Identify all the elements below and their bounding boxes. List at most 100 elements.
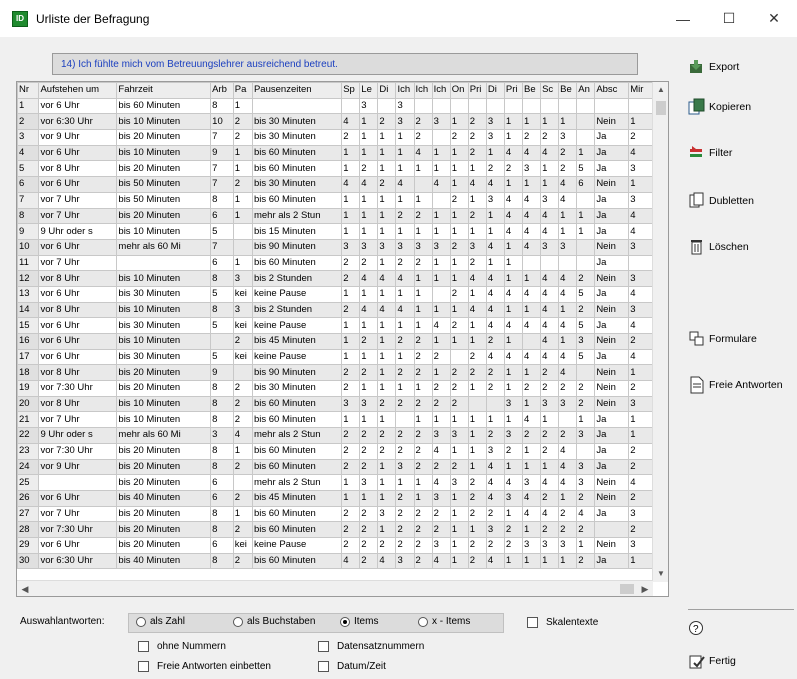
radio-dot[interactable] (418, 616, 428, 627)
table-cell[interactable] (576, 97, 596, 115)
table-cell[interactable]: 1 (377, 458, 397, 476)
radio-dot[interactable] (136, 616, 146, 627)
table-cell[interactable]: 4 (540, 285, 560, 303)
column-header[interactable]: Absc (594, 82, 630, 99)
table-cell[interactable]: 5 (210, 348, 234, 366)
table-cell[interactable]: kei (232, 536, 253, 554)
row-number[interactable]: 2 (17, 113, 40, 131)
datensatznummern-checkbox[interactable]: Datensatznummern (318, 641, 424, 652)
row-number[interactable]: 10 (17, 238, 40, 256)
table-cell[interactable]: 3 (232, 301, 253, 319)
column-header[interactable]: An (576, 82, 596, 99)
table-cell[interactable]: 2 (377, 395, 397, 413)
table-cell[interactable]: 8 (210, 411, 234, 429)
table-cell[interactable]: 2 (413, 521, 433, 538)
table-cell[interactable]: 8 (210, 521, 234, 538)
table-cell[interactable]: bis 60 Minuten (251, 144, 343, 162)
table-cell[interactable]: vor 6 Uhr (38, 238, 118, 256)
table-cell[interactable]: 2 (413, 458, 433, 476)
table-cell[interactable]: 3 (449, 474, 469, 491)
table-cell[interactable]: bis 50 Minuten (116, 176, 212, 193)
table-cell[interactable]: Nein (594, 333, 630, 350)
table-cell[interactable]: 4 (540, 301, 560, 319)
table-cell[interactable]: 1 (341, 348, 361, 366)
column-header[interactable]: Pri (503, 82, 524, 99)
column-header[interactable]: Aufstehen um (38, 82, 118, 99)
table-cell[interactable]: 2 (359, 536, 379, 554)
table-cell[interactable]: 4 (628, 348, 653, 366)
table-cell[interactable] (341, 97, 361, 115)
table-cell[interactable]: 2 (576, 552, 596, 570)
table-cell[interactable]: 3 (485, 521, 505, 538)
table-cell[interactable]: 4 (395, 301, 415, 319)
table-cell[interactable]: 2 (395, 489, 415, 507)
table-cell[interactable]: 2 (467, 348, 487, 366)
table-cell[interactable]: bis 30 Minuten (251, 176, 343, 193)
table-cell[interactable]: 2 (341, 505, 361, 523)
table-cell[interactable]: 4 (503, 348, 524, 366)
table-cell[interactable]: 1 (449, 333, 469, 350)
table-cell[interactable]: vor 6 Uhr (38, 536, 118, 554)
table-cell[interactable]: 1 (576, 207, 596, 225)
table-cell[interactable] (540, 254, 560, 272)
table-cell[interactable]: 4 (485, 238, 505, 256)
table-cell[interactable]: mehr als 2 Stun (251, 474, 343, 491)
table-cell[interactable]: 2 (449, 364, 469, 382)
table-cell[interactable]: 4 (521, 191, 542, 209)
table-cell[interactable]: bis 30 Minuten (251, 113, 343, 131)
table-cell[interactable]: 4 (540, 207, 560, 225)
table-cell[interactable]: 3 (521, 536, 542, 554)
table-cell[interactable]: 2 (413, 442, 433, 460)
skalentexte-checkbox[interactable]: Skalentexte (527, 617, 598, 628)
table-cell[interactable]: bis 20 Minuten (116, 458, 212, 476)
checkbox-box[interactable] (318, 661, 329, 672)
table-cell[interactable]: 1 (467, 333, 487, 350)
column-header[interactable]: On (449, 82, 469, 99)
table-cell[interactable]: 2 (232, 113, 253, 131)
table-cell[interactable]: 1 (431, 411, 451, 429)
table-cell[interactable]: 2 (485, 505, 505, 523)
table-cell[interactable]: 2 (341, 380, 361, 397)
radio-dot-selected[interactable] (340, 616, 350, 627)
table-cell[interactable]: 1 (413, 270, 433, 287)
table-cell[interactable]: 1 (232, 191, 253, 209)
table-cell[interactable]: 2 (413, 552, 433, 570)
table-cell[interactable] (431, 191, 451, 209)
table-cell[interactable]: 4 (503, 191, 524, 209)
table-cell[interactable]: bis 40 Minuten (116, 552, 212, 570)
table-cell[interactable] (449, 97, 469, 115)
table-cell[interactable] (628, 97, 653, 115)
table-cell[interactable]: 3 (341, 395, 361, 413)
table-cell[interactable]: 1 (359, 129, 379, 146)
table-cell[interactable]: 7 (210, 238, 234, 256)
column-header[interactable]: Di (485, 82, 505, 99)
table-cell[interactable]: bis 10 Minuten (116, 144, 212, 162)
table-cell[interactable]: 1 (521, 176, 542, 193)
table-cell[interactable]: 2 (467, 505, 487, 523)
table-cell[interactable]: 2 (540, 427, 560, 444)
table-cell[interactable]: 1 (521, 395, 542, 413)
table-cell[interactable]: 2 (232, 380, 253, 397)
table-cell[interactable]: 2 (341, 521, 361, 538)
table-cell[interactable]: 1 (558, 301, 578, 319)
table-cell[interactable]: 2 (395, 505, 415, 523)
table-cell[interactable]: 3 (395, 238, 415, 256)
table-cell[interactable]: 1 (503, 411, 524, 429)
table-cell[interactable]: 1 (628, 364, 653, 382)
table-cell[interactable]: Ja (594, 191, 630, 209)
table-cell[interactable]: bis 45 Minuten (251, 333, 343, 350)
table-cell[interactable]: Nein (594, 380, 630, 397)
table-cell[interactable]: 2 (359, 333, 379, 350)
table-cell[interactable]: 4 (431, 317, 451, 334)
table-cell[interactable]: 1 (628, 113, 653, 131)
table-cell[interactable]: vor 6 Uhr (38, 285, 118, 303)
table-cell[interactable]: 1 (232, 97, 253, 115)
table-cell[interactable]: 2 (576, 395, 596, 413)
table-cell[interactable]: 1 (377, 348, 397, 366)
table-cell[interactable]: Ja (594, 144, 630, 162)
table-cell[interactable] (431, 97, 451, 115)
table-cell[interactable]: 7 (210, 176, 234, 193)
table-cell[interactable]: vor 6:30 Uhr (38, 113, 118, 131)
table-cell[interactable]: bis 15 Minuten (251, 223, 343, 240)
table-cell[interactable] (576, 238, 596, 256)
